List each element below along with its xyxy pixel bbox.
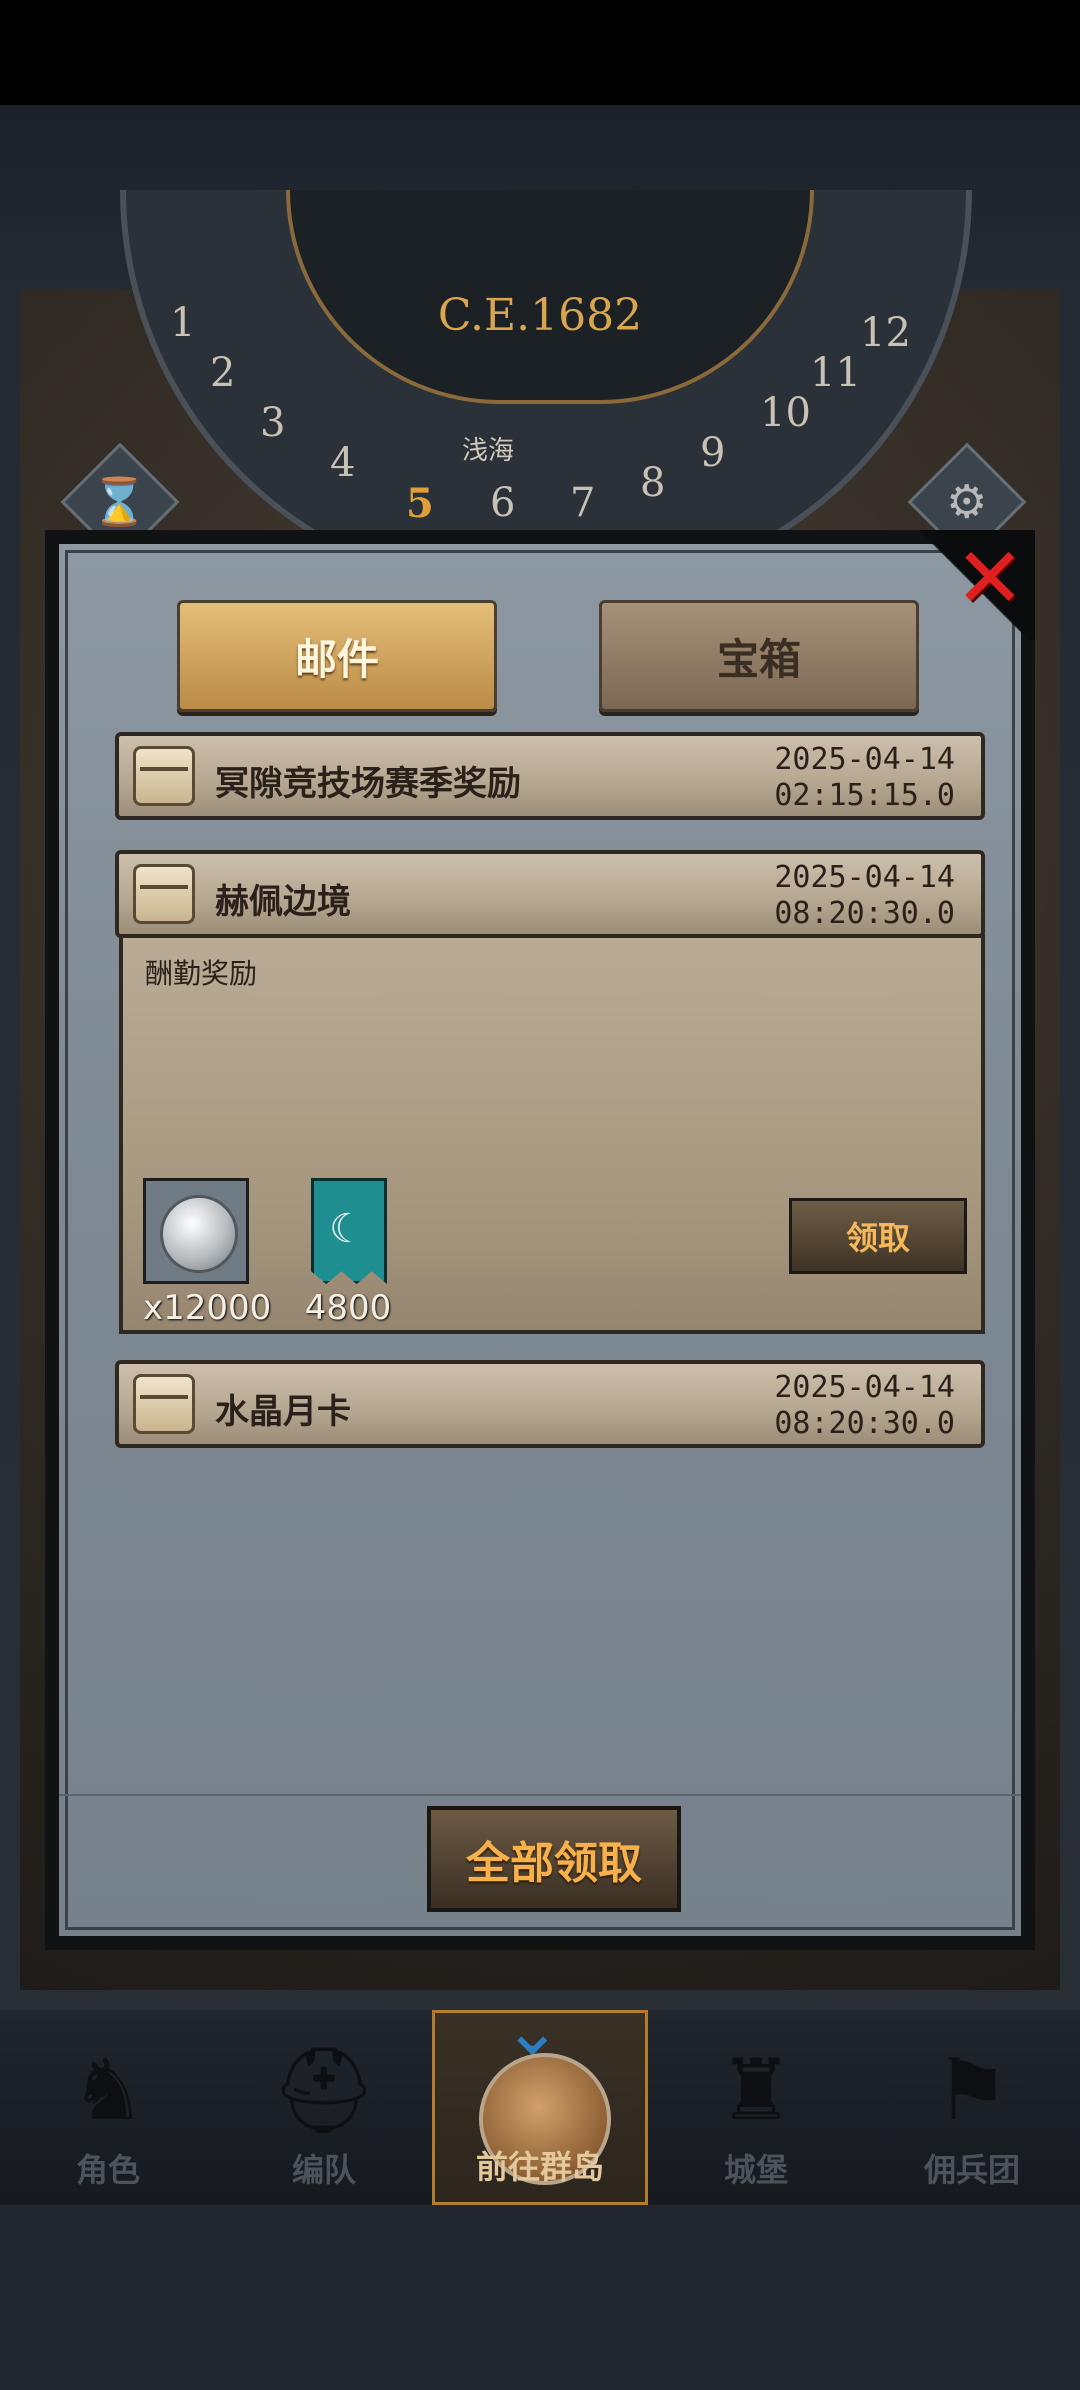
claim-all-button[interactable]: 全部领取	[427, 1806, 681, 1912]
mail-title: 冥隙竞技场赛季奖励	[215, 764, 521, 804]
hourglass-icon: ⌛	[91, 474, 149, 529]
nav-label: 前往群岛	[475, 2148, 604, 2186]
nav-item-character[interactable]: ♞ 角色	[0, 2010, 216, 2205]
close-corner: ✕	[915, 530, 1035, 640]
mail-time: 08:20:30.0	[774, 1406, 955, 1441]
chest-icon	[133, 1374, 195, 1434]
dial-number: 1	[170, 300, 196, 346]
nav-item-islands[interactable]: ⌄ 前往群岛	[432, 1995, 648, 2205]
mail-timestamp: 2025-04-14 02:15:15.0	[774, 742, 955, 814]
system-bar	[0, 2205, 1080, 2390]
dial-number: 4	[330, 440, 356, 486]
mail-time: 02:15:15.0	[774, 778, 955, 813]
mail-item[interactable]: 水晶月卡 2025-04-14 08:20:30.0	[115, 1360, 985, 1448]
nav-label: 编队	[291, 2151, 356, 2189]
dial-numbers: 1 2 3 4 5 6 7 8 9 10 11 12	[160, 300, 920, 527]
divider	[59, 1794, 1021, 1796]
chest-icon	[133, 746, 195, 806]
nav-label: 佣兵团	[923, 2151, 1020, 2189]
mail-body-label: 酬勤奖励	[145, 957, 258, 990]
bottom-nav: ♞ 角色 ⛑ 编队 ⌄ 前往群岛 ♜ 城堡 ⚑ 佣兵团	[0, 1995, 1080, 2205]
mail-dialog: ✕ 邮件 宝箱 冥隙竞技场赛季奖励 2025-04-14 02:15:15.0 …	[45, 530, 1035, 1950]
mercenary-icon: ⚑	[934, 2041, 1010, 2139]
nav-item-mercenary[interactable]: ⚑ 佣兵团	[864, 2010, 1080, 2205]
helmet-icon: ⛑	[270, 2040, 378, 2139]
reward-quantity: 4800	[304, 1288, 392, 1328]
tab-mail[interactable]: 邮件	[177, 600, 497, 712]
chest-icon	[133, 864, 195, 924]
mail-timestamp: 2025-04-14 08:20:30.0	[774, 1370, 955, 1442]
mail-date: 2025-04-14	[774, 1370, 955, 1405]
dial-number: 11	[810, 350, 861, 396]
mail-title: 水晶月卡	[215, 1392, 351, 1432]
mail-time: 08:20:30.0	[774, 896, 955, 931]
nav-label: 城堡	[723, 2151, 788, 2189]
status-bar	[0, 0, 1080, 105]
dial-number: 12	[860, 310, 911, 356]
dial-number: 8	[640, 460, 666, 506]
nav-item-formation[interactable]: ⛑ 编队	[216, 2010, 432, 2205]
mail-item[interactable]: 冥隙竞技场赛季奖励 2025-04-14 02:15:15.0	[115, 732, 985, 820]
reward-quantity: x12000	[143, 1288, 272, 1328]
crescent-banner-icon: ☾	[293, 1178, 399, 1284]
dial-number: 10	[760, 390, 811, 436]
dial-current-month: 5	[406, 480, 434, 527]
mail-title: 赫佩边境	[215, 882, 351, 922]
dial-number: 2	[210, 350, 236, 396]
silver-coin-icon	[143, 1178, 249, 1284]
nav-item-castle[interactable]: ♜ 城堡	[648, 2010, 864, 2205]
gear-icon: ⚙	[946, 475, 988, 529]
knight-icon: ♞	[70, 2041, 146, 2139]
claim-button[interactable]: 领取	[789, 1198, 967, 1274]
close-icon[interactable]: ✕	[955, 536, 1025, 620]
mail-item-expanded[interactable]: 赫佩边境 2025-04-14 08:20:30.0	[115, 850, 985, 938]
dial-number: 3	[260, 400, 286, 446]
mail-body: 酬勤奖励 x12000 ☾ 4800 领取	[119, 934, 985, 1334]
reward-item[interactable]: ☾ 4800	[293, 1178, 403, 1328]
tab-chest[interactable]: 宝箱	[599, 600, 919, 712]
reward-item[interactable]: x12000	[143, 1178, 272, 1328]
dial-number: 7	[570, 480, 596, 526]
castle-icon: ♜	[718, 2041, 794, 2139]
mail-date: 2025-04-14	[774, 860, 955, 895]
dial-number: 6	[490, 480, 516, 526]
dial-number: 9	[700, 430, 726, 476]
nav-label: 角色	[75, 2151, 140, 2189]
region-label: 浅海	[462, 436, 515, 466]
mail-date: 2025-04-14	[774, 742, 955, 777]
mail-timestamp: 2025-04-14 08:20:30.0	[774, 860, 955, 932]
